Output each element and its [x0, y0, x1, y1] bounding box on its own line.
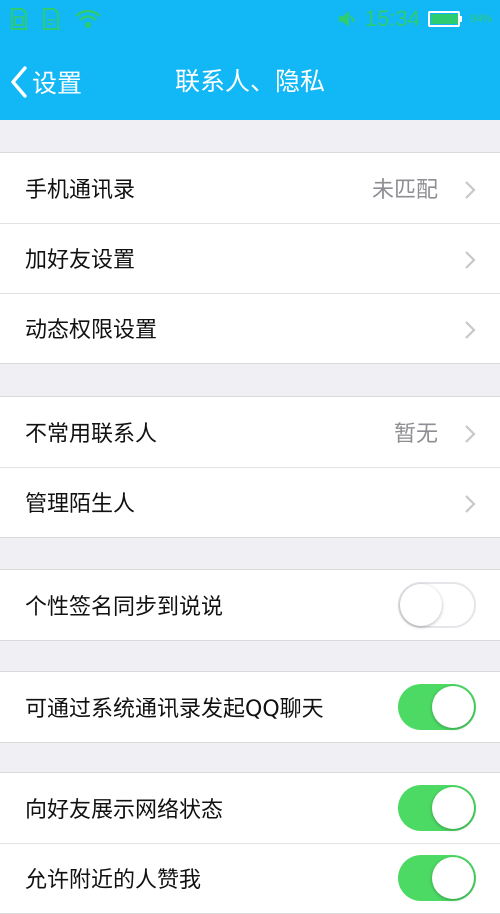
- row-value: 暂无: [393, 422, 438, 447]
- row-label: 允许附近的人赞我: [25, 868, 202, 893]
- settings-group-contacts: 手机通讯录 未匹配 加好友设置 动态权限设置: [0, 152, 500, 364]
- network-status-row: 向好友展示网络状态: [0, 773, 500, 843]
- manage-strangers-row[interactable]: 管理陌生人: [0, 467, 500, 537]
- sim-icon: [11, 8, 27, 30]
- wifi-icon: [75, 9, 101, 28]
- add-friend-settings-row[interactable]: 加好友设置: [0, 223, 500, 293]
- row-label: 动态权限设置: [25, 318, 158, 343]
- row-label: 管理陌生人: [25, 492, 136, 517]
- settings-group-system-contacts: 可通过系统通讯录发起QQ聊天: [0, 671, 500, 743]
- chevron-right-icon: [465, 321, 476, 339]
- status-time: 15:34: [364, 6, 420, 31]
- nearby-likes-toggle[interactable]: [398, 855, 476, 901]
- row-label: 不常用联系人: [25, 422, 158, 447]
- row-label: 手机通讯录: [25, 178, 136, 203]
- mute-icon: [338, 11, 355, 27]
- network-status-toggle[interactable]: [398, 785, 476, 831]
- chevron-right-icon: [465, 425, 476, 443]
- row-label: 可通过系统通讯录发起QQ聊天: [25, 697, 324, 722]
- nearby-likes-row: 允许附近的人赞我: [0, 843, 500, 913]
- header-bar: 15:34 94% 设置 联系人、隐私: [0, 0, 500, 120]
- row-value: 未匹配: [371, 178, 438, 203]
- row-label: 加好友设置: [25, 248, 136, 273]
- toggle-knob: [432, 686, 474, 728]
- row-label: 向好友展示网络状态: [25, 798, 224, 823]
- toggle-knob: [400, 584, 442, 626]
- infrequent-contacts-row[interactable]: 不常用联系人 暂无: [0, 397, 500, 467]
- feed-permission-row[interactable]: 动态权限设置: [0, 293, 500, 363]
- row-label: 个性签名同步到说说: [25, 595, 224, 620]
- status-bar: 15:34 94%: [0, 0, 500, 40]
- chevron-right-icon: [465, 251, 476, 269]
- page-title: 联系人、隐私: [174, 67, 325, 96]
- signature-sync-row: 个性签名同步到说说: [0, 570, 500, 640]
- system-contacts-chat-toggle[interactable]: [398, 684, 476, 730]
- toggle-knob: [432, 787, 474, 829]
- chevron-right-icon: [465, 495, 476, 513]
- phone-contacts-row[interactable]: 手机通讯录 未匹配: [0, 153, 500, 223]
- system-contacts-chat-row: 可通过系统通讯录发起QQ聊天: [0, 672, 500, 742]
- settings-group-visibility: 向好友展示网络状态 允许附近的人赞我: [0, 772, 500, 914]
- chevron-right-icon: [465, 181, 476, 199]
- sms-icon: [43, 8, 59, 30]
- battery-icon: [427, 11, 462, 27]
- battery-percent: 94%: [469, 13, 492, 25]
- settings-group-people: 不常用联系人 暂无 管理陌生人: [0, 396, 500, 538]
- settings-group-signature: 个性签名同步到说说: [0, 569, 500, 641]
- nav-bar: 设置 联系人、隐私: [0, 42, 500, 120]
- toggle-knob: [432, 857, 474, 899]
- signature-sync-toggle[interactable]: [398, 582, 476, 628]
